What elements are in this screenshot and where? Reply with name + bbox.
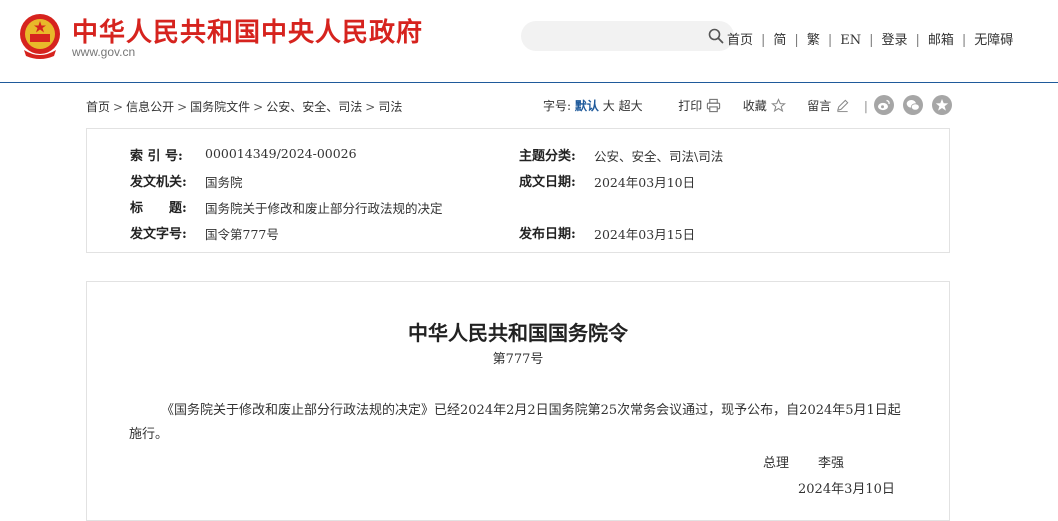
header-divider <box>0 82 1058 83</box>
doc-number-label: 发文字号: <box>130 227 187 242</box>
doc-number-value: 国令第777号 <box>205 227 279 242</box>
publish-date-label: 发布日期: <box>519 227 576 242</box>
top-nav: 首页 | 简 | 繁 | EN | 登录 | 邮箱 | 无障碍 <box>727 33 1014 48</box>
title-label: 标 题: <box>130 201 187 216</box>
share-weibo-button[interactable] <box>874 95 894 115</box>
nav-login[interactable]: 登录 <box>881 33 907 48</box>
publish-date-value: 2024年03月15日 <box>594 227 696 242</box>
font-size-default[interactable]: 默认 <box>575 99 599 113</box>
breadcrumb: 首页 > 信息公开 > 国务院文件 > 公安、安全、司法 > 司法 <box>86 100 403 114</box>
nav-mail[interactable]: 邮箱 <box>928 33 954 48</box>
document-meta-table: 索 引 号: 000014349/2024-00026 主题分类: 公安、安全、… <box>86 128 950 253</box>
category-value: 公安、安全、司法\司法 <box>594 149 724 164</box>
breadcrumb-judicial[interactable]: 司法 <box>378 100 402 114</box>
favorite-label: 收藏 <box>742 99 767 113</box>
site-url[interactable]: www.gov.cn <box>72 45 135 59</box>
font-size-label: 字号: <box>543 99 572 113</box>
written-date-value: 2024年03月10日 <box>594 175 696 190</box>
document-title: 中华人民共和国国务院令 <box>408 321 628 345</box>
comment-label: 留言 <box>807 99 832 113</box>
weibo-icon <box>878 99 890 111</box>
issuer-label: 发文机关: <box>130 175 187 190</box>
search-icon[interactable] <box>708 28 724 44</box>
document-content: 中华人民共和国国务院令 第777号 《国务院关于修改和废止部分行政法规的决定》已… <box>86 281 950 521</box>
nav-home[interactable]: 首页 <box>727 33 753 48</box>
favorite-button[interactable]: 收藏 <box>742 98 790 113</box>
issuer-value: 国务院 <box>205 175 243 190</box>
nav-simplified[interactable]: 简 <box>773 33 786 48</box>
nav-traditional[interactable]: 繁 <box>807 33 820 48</box>
breadcrumb-info-disclosure[interactable]: 信息公开 <box>126 100 174 114</box>
breadcrumb-home[interactable]: 首页 <box>86 100 110 114</box>
printer-icon <box>706 98 721 113</box>
print-button[interactable]: 打印 <box>678 98 725 113</box>
search-input[interactable] <box>521 21 734 51</box>
document-body: 《国务院关于修改和废止部分行政法规的决定》已经2024年2月2日国务院第25次常… <box>129 403 901 442</box>
breadcrumb-state-council-docs[interactable]: 国务院文件 <box>190 100 250 114</box>
nav-english[interactable]: EN <box>840 33 861 48</box>
breadcrumb-public-security[interactable]: 公安、安全、司法 <box>266 100 362 114</box>
signature-date: 2024年3月10日 <box>798 482 895 497</box>
comment-button[interactable]: 留言 <box>807 99 854 113</box>
font-size-xlarge[interactable]: 超大 <box>619 99 643 113</box>
share-favorite-button[interactable] <box>932 95 952 115</box>
index-value: 000014349/2024-00026 <box>205 146 357 161</box>
signatory-role: 总理 <box>763 456 790 471</box>
category-label: 主题分类: <box>519 149 576 164</box>
print-label: 打印 <box>678 99 703 113</box>
index-label: 索 引 号: <box>130 149 183 164</box>
site-header: 中华人民共和国中央人民政府 www.gov.cn 首页 | 简 | 繁 | EN | 登录 | 邮箱… <box>0 0 1058 82</box>
written-date-label: 成文日期: <box>519 175 576 190</box>
title-value: 国务院关于修改和废止部分行政法规的决定 <box>205 201 443 216</box>
pencil-icon <box>837 99 849 113</box>
article-tools: 字号: 默认 大 超大 打印 收藏 留言 | <box>543 98 868 113</box>
document-number: 第777号 <box>492 352 544 367</box>
share-wechat-button[interactable] <box>903 95 923 115</box>
site-title[interactable]: 中华人民共和国中央人民政府 <box>72 12 423 49</box>
national-emblem-icon[interactable] <box>18 12 62 60</box>
nav-accessibility[interactable]: 无障碍 <box>974 33 1013 48</box>
signatory-name: 李强 <box>818 456 845 471</box>
font-size-large[interactable]: 大 <box>603 99 615 113</box>
wechat-icon <box>906 100 920 111</box>
star-icon <box>935 99 949 111</box>
star-outline-icon <box>770 98 786 113</box>
